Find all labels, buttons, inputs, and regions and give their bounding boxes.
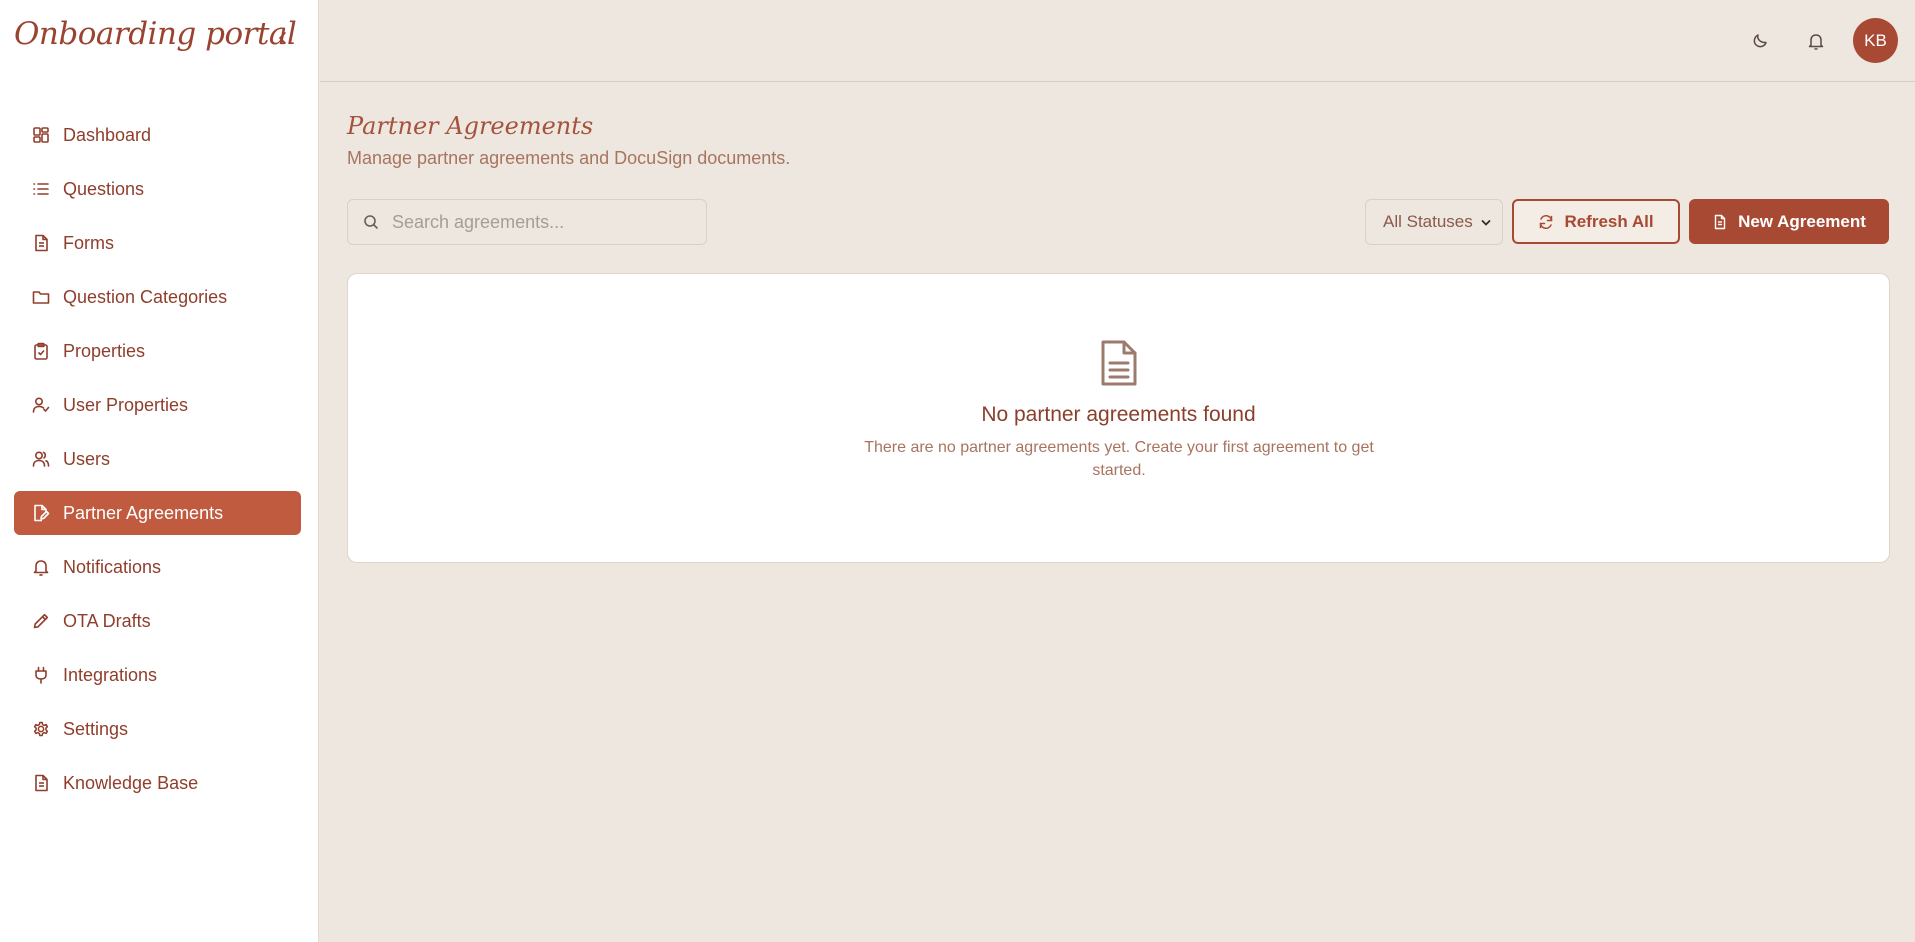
sidebar-item-properties[interactable]: Properties xyxy=(14,329,301,373)
avatar[interactable]: KB xyxy=(1853,18,1898,63)
moon-icon xyxy=(1753,34,1767,48)
sidebar: Onboarding portal Dashboard Questions Fo… xyxy=(0,0,319,942)
notifications-button[interactable] xyxy=(1805,30,1827,52)
document-icon xyxy=(1101,340,1137,386)
sidebar-item-question-categories[interactable]: Question Categories xyxy=(14,275,301,319)
list-icon xyxy=(32,180,50,198)
page-title: Partner Agreements xyxy=(347,112,594,140)
sidebar-item-label: OTA Drafts xyxy=(63,610,151,631)
status-filter-select[interactable]: All Statuses xyxy=(1365,199,1503,245)
search-box xyxy=(347,199,707,245)
sidebar-item-label: Forms xyxy=(63,232,114,253)
document-icon xyxy=(32,234,50,252)
empty-state-card: No partner agreements found There are no… xyxy=(347,273,1890,563)
sidebar-nav: Dashboard Questions Forms Question Categ… xyxy=(14,113,301,815)
file-edit-icon xyxy=(32,504,50,522)
sidebar-item-label: User Properties xyxy=(63,394,189,415)
sidebar-item-label: Question Categories xyxy=(63,286,228,307)
refresh-all-label: Refresh All xyxy=(1564,211,1654,231)
sidebar-item-settings[interactable]: Settings xyxy=(14,707,301,751)
search-input[interactable] xyxy=(392,211,692,233)
sidebar-item-ota-drafts[interactable]: OTA Drafts xyxy=(14,599,301,643)
chevron-left-icon xyxy=(278,32,286,44)
gear-icon xyxy=(32,720,50,738)
empty-state-title: No partner agreements found xyxy=(981,403,1256,426)
user-check-icon xyxy=(32,396,50,414)
search-icon xyxy=(362,213,380,231)
sidebar-item-label: Knowledge Base xyxy=(63,772,199,793)
new-agreement-button[interactable]: New Agreement xyxy=(1689,199,1889,244)
sidebar-item-partner-agreements[interactable]: Partner Agreements xyxy=(14,491,301,535)
bell-icon xyxy=(32,558,50,576)
refresh-all-button[interactable]: Refresh All xyxy=(1512,199,1680,244)
sidebar-item-label: Partner Agreements xyxy=(63,502,224,523)
theme-toggle-button[interactable] xyxy=(1749,30,1771,52)
plug-icon xyxy=(32,666,50,684)
dashboard-icon xyxy=(32,126,50,144)
document-icon xyxy=(1712,214,1728,230)
clipboard-check-icon xyxy=(32,342,50,360)
sidebar-item-label: Dashboard xyxy=(63,124,152,145)
folder-icon xyxy=(32,288,50,306)
top-bar: KB xyxy=(320,0,1915,82)
sidebar-item-integrations[interactable]: Integrations xyxy=(14,653,301,697)
sidebar-item-label: Integrations xyxy=(63,664,158,685)
new-agreement-label: New Agreement xyxy=(1738,211,1866,231)
page-subtitle: Manage partner agreements and DocuSign d… xyxy=(347,148,791,168)
app-title: Onboarding portal xyxy=(14,16,297,52)
users-icon xyxy=(32,450,50,468)
sidebar-item-notifications[interactable]: Notifications xyxy=(14,545,301,589)
sidebar-item-users[interactable]: Users xyxy=(14,437,301,481)
sidebar-item-label: Properties xyxy=(63,340,146,361)
bell-icon xyxy=(1808,34,1824,50)
sidebar-item-knowledge-base[interactable]: Knowledge Base xyxy=(14,761,301,805)
sidebar-item-label: Questions xyxy=(63,178,145,199)
refresh-icon xyxy=(1538,214,1554,230)
empty-state-text: There are no partner agreements yet. Cre… xyxy=(864,439,1374,479)
sidebar-item-user-properties[interactable]: User Properties xyxy=(14,383,301,427)
pencil-icon xyxy=(32,612,50,630)
sidebar-item-questions[interactable]: Questions xyxy=(14,167,301,211)
sidebar-item-label: Users xyxy=(63,448,111,469)
sidebar-item-forms[interactable]: Forms xyxy=(14,221,301,265)
status-filter-value: All Statuses xyxy=(1383,212,1473,231)
chevron-down-icon xyxy=(1481,220,1491,226)
sidebar-item-dashboard[interactable]: Dashboard xyxy=(14,113,301,157)
sidebar-item-label: Settings xyxy=(63,718,129,739)
document-icon xyxy=(32,774,50,792)
sidebar-item-label: Notifications xyxy=(63,556,162,577)
collapse-sidebar-button[interactable] xyxy=(276,28,290,48)
